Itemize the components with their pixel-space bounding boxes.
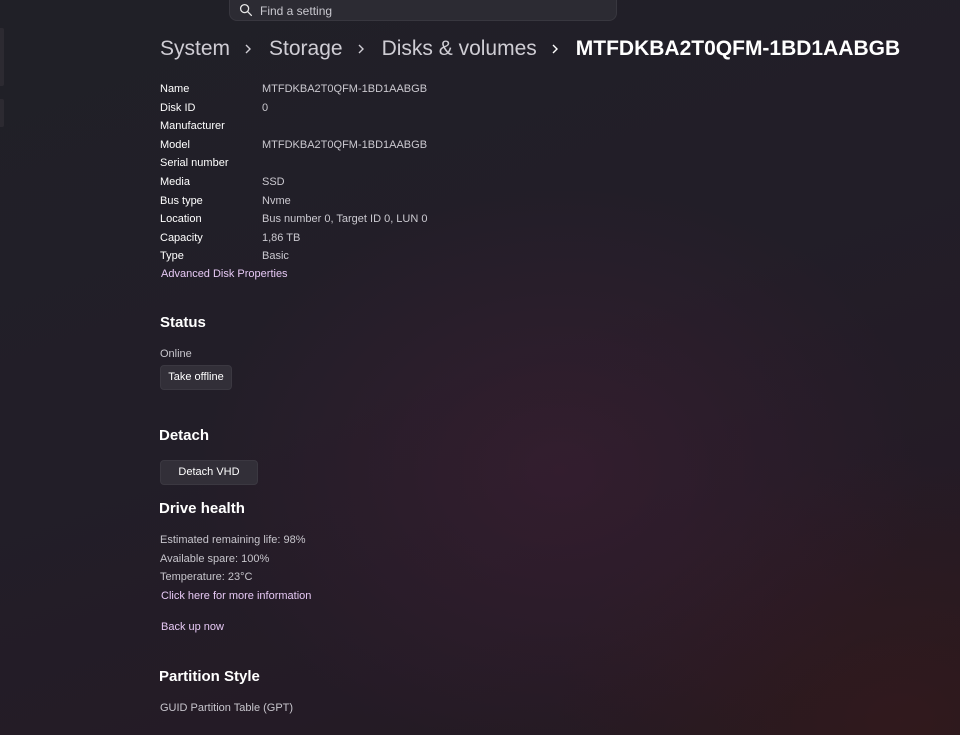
property-label: Capacity [160, 231, 203, 244]
search-icon [239, 3, 253, 17]
advanced-disk-properties-link[interactable]: Advanced Disk Properties [161, 268, 288, 280]
property-label: Location [160, 213, 202, 226]
property-label: Serial number [160, 157, 229, 170]
breadcrumb: System Storage Disks & volumes MTFDKBA2T… [160, 34, 900, 64]
property-value: 1,86 TB [262, 231, 301, 244]
property-value: Bus number 0, Target ID 0, LUN 0 [262, 213, 428, 226]
property-label: Disk ID [160, 101, 196, 114]
drive-health-title: Drive health [159, 500, 245, 517]
status-value: Online [160, 348, 192, 360]
nav-edge-strip [0, 99, 4, 127]
breadcrumb-system[interactable]: System [160, 37, 230, 61]
property-label: Media [160, 175, 190, 188]
breadcrumb-storage[interactable]: Storage [269, 37, 343, 61]
property-value: MTFDKBA2T0QFM-1BD1AABGB [262, 83, 428, 95]
property-value: MTFDKBA2T0QFM-1BD1AABGB [262, 138, 428, 151]
property-value: Nvme [262, 194, 291, 207]
chevron-right-icon [552, 44, 558, 54]
partition-style-title: Partition Style [159, 668, 260, 685]
property-value: SSD [262, 175, 285, 188]
take-offline-button[interactable]: Take offline [160, 365, 232, 390]
property-value: Basic [262, 250, 289, 263]
page-title: MTFDKBA2T0QFM-1BD1AABGB [575, 37, 901, 60]
available-spare-text: Available spare: 100% [160, 553, 270, 565]
property-label: Bus type [160, 194, 203, 207]
nav-edge-strip [0, 28, 4, 86]
chevron-right-icon [358, 44, 364, 54]
search-box[interactable] [229, 0, 617, 21]
detach-title: Detach [159, 427, 210, 444]
property-label: Name [160, 83, 190, 95]
property-label: Manufacturer [160, 120, 225, 133]
remaining-life-text: Estimated remaining life: 98% [160, 534, 306, 546]
property-value: 0 [262, 101, 269, 114]
search-input[interactable] [260, 2, 600, 19]
back-up-now-link[interactable]: Back up now [161, 621, 224, 633]
detach-vhd-button[interactable]: Detach VHD [160, 460, 258, 485]
property-label: Model [160, 138, 190, 151]
breadcrumb-disks-volumes[interactable]: Disks & volumes [382, 37, 537, 61]
chevron-right-icon [245, 44, 252, 54]
status-title: Status [160, 314, 206, 331]
property-label: Type [160, 250, 184, 263]
temperature-text: Temperature: 23°C [160, 571, 253, 583]
more-information-link[interactable]: Click here for more information [161, 590, 311, 602]
partition-style-value: GUID Partition Table (GPT) [160, 702, 294, 714]
